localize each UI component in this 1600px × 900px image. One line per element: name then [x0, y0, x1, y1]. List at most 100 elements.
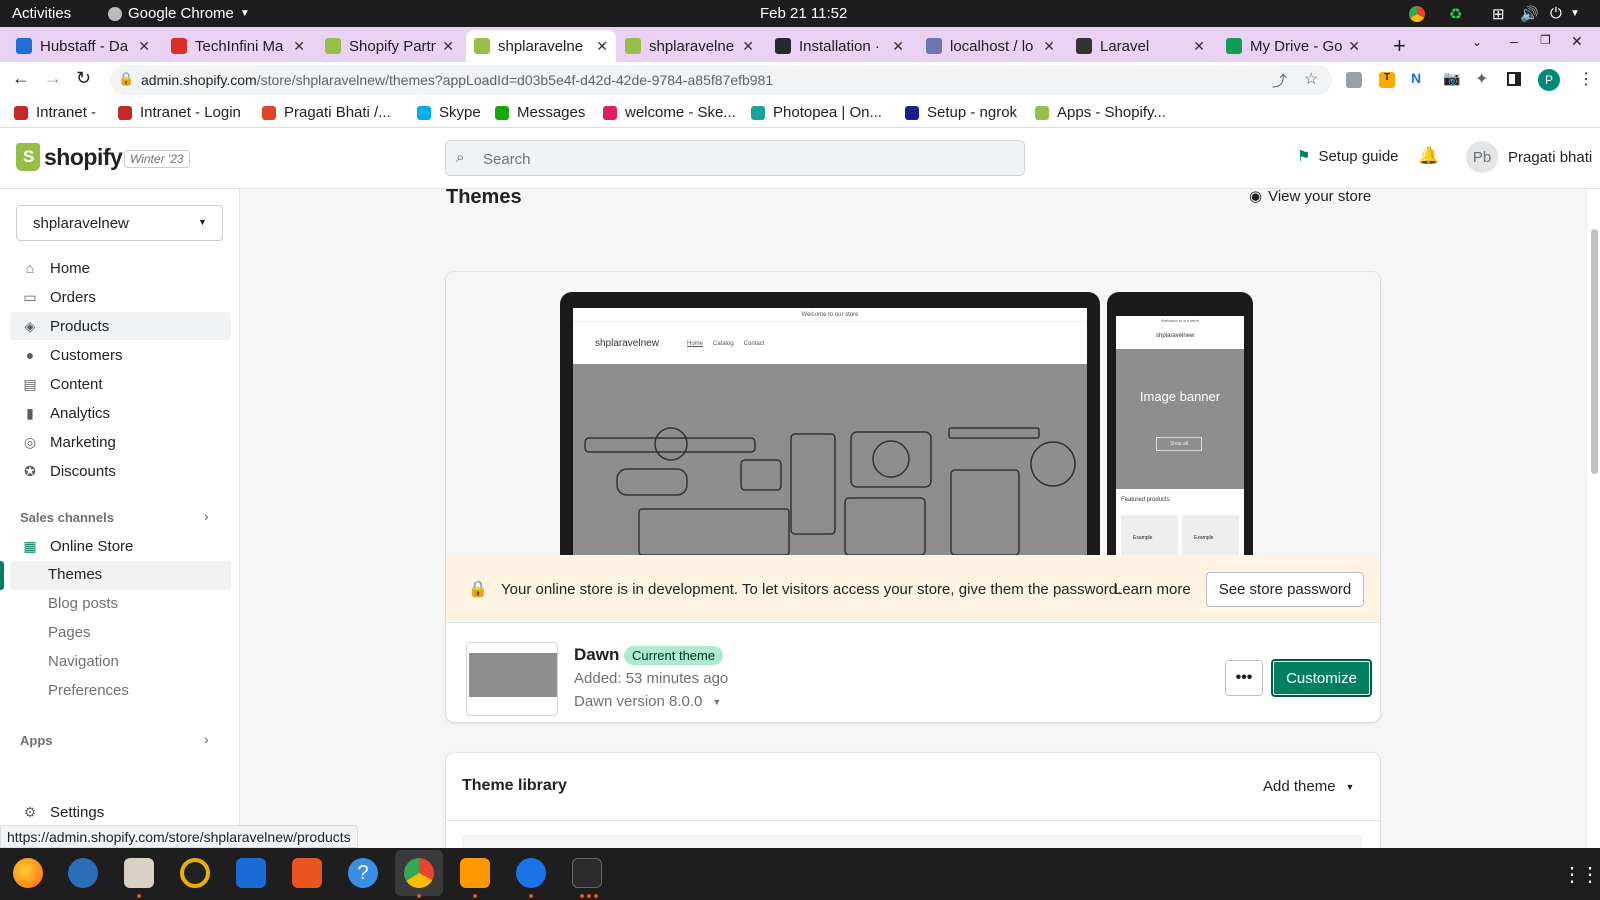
- close-tab-icon[interactable]: ✕: [293, 38, 305, 55]
- sync-icon[interactable]: ♻: [1449, 5, 1462, 23]
- app-grid-icon[interactable]: ⋮⋮⋮: [1562, 862, 1600, 887]
- bookmark-item[interactable]: Messages: [495, 104, 585, 121]
- bookmark-star-icon[interactable]: ☆: [1304, 69, 1318, 89]
- bookmark-item[interactable]: Pragati Bhati /...: [262, 104, 391, 121]
- bookmark-item[interactable]: Setup - ngrok: [905, 104, 1017, 121]
- store-selector[interactable]: shplaravelnew ▼: [16, 205, 223, 241]
- close-tab-icon[interactable]: ✕: [138, 38, 150, 55]
- add-theme-button[interactable]: Add theme ▼: [1263, 778, 1354, 795]
- close-tab-icon[interactable]: ✕: [1193, 38, 1205, 55]
- bookmark-item[interactable]: Skype: [417, 104, 481, 121]
- sidebar-item-analytics[interactable]: ▮ Analytics: [10, 399, 231, 427]
- sidebar-item-products[interactable]: ◈ Products: [10, 312, 231, 340]
- software-icon[interactable]: [292, 858, 322, 888]
- learn-more-link[interactable]: Learn more: [1114, 581, 1191, 598]
- files-icon[interactable]: [124, 858, 154, 888]
- chevron-down-icon[interactable]: ▼: [1570, 8, 1580, 19]
- extension-icon[interactable]: N: [1411, 70, 1421, 86]
- camera-icon[interactable]: 📷: [1443, 70, 1460, 87]
- sidebar-subitem-navigation[interactable]: Navigation: [48, 653, 119, 670]
- sidebar-item-orders[interactable]: ▭ Orders: [10, 283, 231, 311]
- forward-button[interactable]: →: [44, 68, 62, 89]
- address-bar[interactable]: 🔒 admin.shopify.com/store/shplaravelnew/…: [110, 65, 1332, 95]
- theme-version-dropdown[interactable]: Dawn version 8.0.0 ▼: [574, 693, 721, 710]
- see-store-password-button[interactable]: See store password: [1206, 572, 1364, 607]
- sidebar-item-home[interactable]: ⌂ Home: [10, 254, 231, 282]
- sidebar-item-discounts[interactable]: ✪ Discounts: [10, 457, 231, 485]
- side-panel-icon[interactable]: [1507, 72, 1521, 86]
- chrome-dock-icon[interactable]: [404, 858, 434, 888]
- sidebar-item-online-store[interactable]: ▦ Online Store: [10, 532, 231, 560]
- scrollbar-thumb[interactable]: [1591, 229, 1598, 474]
- sidebar-subitem-themes[interactable]: Themes: [48, 566, 102, 583]
- thunderbird-icon[interactable]: [68, 858, 98, 888]
- close-tab-icon[interactable]: ✕: [596, 38, 608, 55]
- help-icon[interactable]: ?: [348, 858, 378, 888]
- firefox-icon[interactable]: [13, 858, 43, 888]
- browser-tab[interactable]: Shopify Partn ✕: [317, 30, 462, 62]
- bookmark-item[interactable]: Photopea | On...: [751, 104, 882, 121]
- sidebar-subitem-preferences[interactable]: Preferences: [48, 682, 129, 699]
- new-tab-button[interactable]: +: [1393, 33, 1406, 59]
- browser-tab[interactable]: shplaravelne ✕: [617, 30, 762, 62]
- sidebar-item-settings[interactable]: ⚙ Settings: [10, 798, 231, 826]
- sidebar-subitem-pages[interactable]: Pages: [48, 624, 91, 641]
- theme-thumbnail[interactable]: [466, 642, 558, 716]
- minimize-button[interactable]: –: [1510, 33, 1518, 49]
- bookmark-item[interactable]: Intranet - Login: [118, 104, 241, 121]
- close-tab-icon[interactable]: ✕: [1348, 38, 1360, 55]
- close-tab-icon[interactable]: ✕: [742, 38, 754, 55]
- bookmark-item[interactable]: Apps - Shopify...: [1035, 104, 1166, 121]
- browser-tab[interactable]: localhost / lo ✕: [918, 30, 1063, 62]
- shopify-logo[interactable]: S shopify: [16, 143, 123, 171]
- volume-icon[interactable]: 🔊: [1520, 5, 1539, 23]
- search-input[interactable]: ⌕ Search: [445, 140, 1025, 176]
- scrollbar[interactable]: [1586, 189, 1600, 848]
- close-tab-icon[interactable]: ✕: [1043, 38, 1055, 55]
- more-actions-button[interactable]: •••: [1225, 660, 1263, 696]
- sidebar-item-marketing[interactable]: ◎ Marketing: [10, 428, 231, 456]
- close-tab-icon[interactable]: ✕: [892, 38, 904, 55]
- writer-icon[interactable]: [236, 858, 266, 888]
- app-menu[interactable]: Google Chrome ▼: [108, 5, 250, 22]
- bookmark-item[interactable]: Intranet -: [14, 104, 96, 121]
- apps-heading[interactable]: Apps: [20, 733, 53, 748]
- chevron-right-icon[interactable]: ›: [204, 508, 209, 524]
- sublime-icon[interactable]: [460, 858, 490, 888]
- reload-button[interactable]: ↻: [76, 68, 91, 89]
- browser-tab[interactable]: Hubstaff - Da ✕: [8, 30, 158, 62]
- clock[interactable]: Feb 21 11:52: [760, 5, 847, 22]
- view-store-button[interactable]: ◉ View your store: [1249, 189, 1371, 205]
- back-button[interactable]: ←: [12, 68, 30, 89]
- bookmark-item[interactable]: welcome - Ske...: [603, 104, 736, 121]
- sidebar-item-themes[interactable]: [10, 561, 231, 590]
- rhythmbox-icon[interactable]: [180, 858, 210, 888]
- user-menu[interactable]: Pb Pragati bhati: [1466, 141, 1592, 173]
- extension-icon[interactable]: [1346, 72, 1362, 88]
- close-tab-icon[interactable]: ✕: [442, 38, 454, 55]
- power-icon[interactable]: ⏻: [1550, 5, 1562, 22]
- sidebar-subitem-blog-posts[interactable]: Blog posts: [48, 595, 118, 612]
- chrome-indicator-icon[interactable]: [1409, 6, 1425, 22]
- restore-button[interactable]: ❐: [1540, 33, 1551, 47]
- network-icon[interactable]: ⊞: [1492, 5, 1505, 23]
- customize-button[interactable]: Customize: [1271, 659, 1372, 697]
- lock-icon[interactable]: 🔒: [118, 71, 134, 87]
- browser-tab[interactable]: My Drive - Go ✕: [1218, 30, 1368, 62]
- chevron-right-icon[interactable]: ›: [204, 731, 209, 747]
- share-icon[interactable]: ⤴: [1272, 70, 1287, 91]
- browser-tab[interactable]: Installation · ✕: [767, 30, 912, 62]
- setup-guide-button[interactable]: ⚑ Setup guide: [1297, 147, 1399, 166]
- url-text[interactable]: admin.shopify.com/store/shplaravelnew/th…: [141, 72, 773, 88]
- browser-tab[interactable]: Laravel ✕: [1068, 30, 1213, 62]
- activities-button[interactable]: Activities: [12, 5, 71, 22]
- extensions-puzzle-icon[interactable]: ✦: [1475, 69, 1488, 89]
- terminal-icon[interactable]: [572, 858, 602, 888]
- sidebar-item-content[interactable]: ▤ Content: [10, 370, 231, 398]
- extension-icon[interactable]: T: [1379, 72, 1395, 88]
- close-window-button[interactable]: ✕: [1571, 33, 1583, 50]
- browser-tab[interactable]: shplaravelne ✕: [466, 30, 616, 62]
- profile-avatar[interactable]: P: [1538, 69, 1560, 91]
- browser-tab[interactable]: TechInfini Ma ✕: [163, 30, 313, 62]
- tab-search-icon[interactable]: ⌄: [1472, 35, 1482, 49]
